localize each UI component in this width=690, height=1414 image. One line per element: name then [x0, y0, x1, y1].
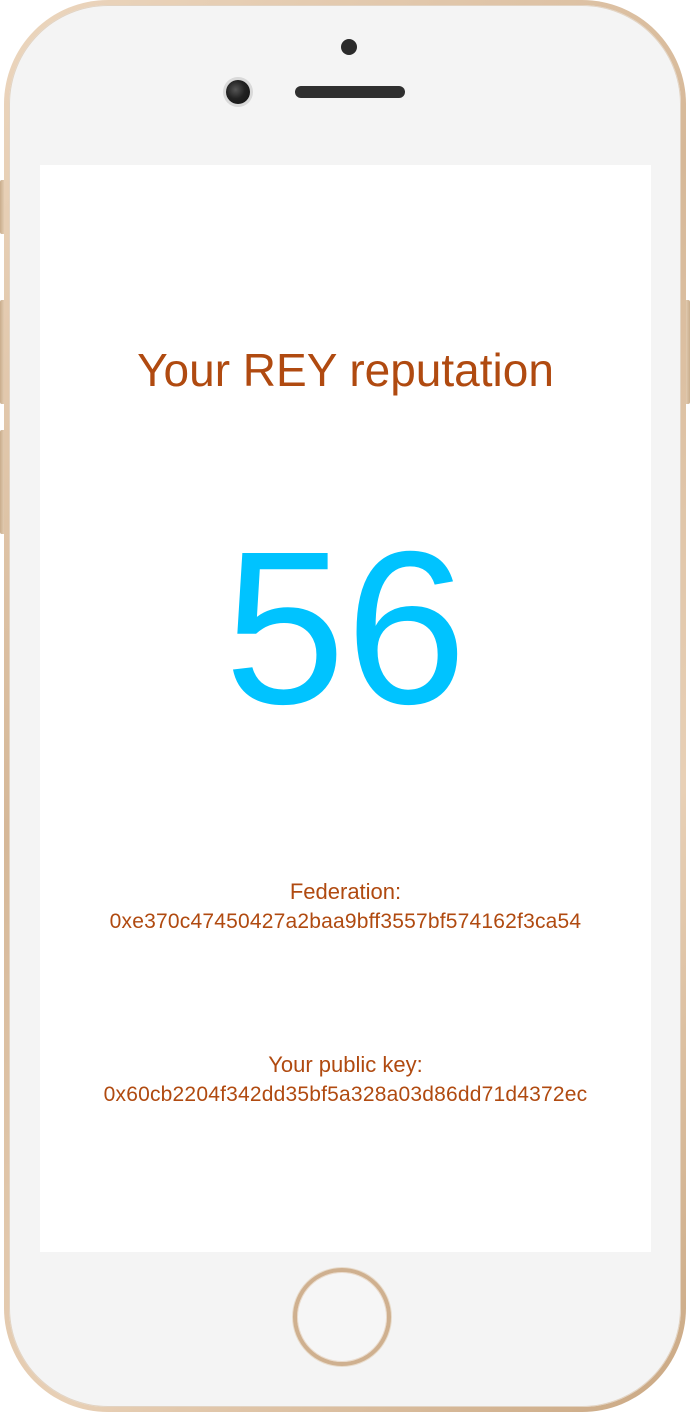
phone-frame: Your REY reputation 56 Federation: 0xe37…: [4, 0, 686, 1412]
earpiece-speaker-icon: [295, 86, 405, 98]
device-mockup: Your REY reputation 56 Federation: 0xe37…: [0, 0, 690, 1414]
public-key-label: Your public key:: [268, 1052, 423, 1077]
front-camera-icon: [226, 80, 250, 104]
public-key-block: Your public key: 0x60cb2204f342dd35bf5a3…: [40, 1050, 651, 1110]
home-button[interactable]: [293, 1268, 391, 1366]
phone-face: Your REY reputation 56 Federation: 0xe37…: [9, 5, 681, 1407]
app-screen: Your REY reputation 56 Federation: 0xe37…: [40, 165, 651, 1252]
reputation-title: Your REY reputation: [137, 344, 554, 396]
federation-address: 0xe370c47450427a2baa9bff3557bf574162f3ca…: [109, 910, 582, 933]
federation-label: Federation:: [289, 879, 402, 904]
proximity-sensor-icon: [341, 39, 357, 55]
federation-block: Federation: 0xe370c47450427a2baa9bff3557…: [40, 877, 651, 937]
reputation-score: 56: [224, 507, 467, 750]
public-key-address: 0x60cb2204f342dd35bf5a328a03d86dd71d4372…: [103, 1083, 588, 1106]
